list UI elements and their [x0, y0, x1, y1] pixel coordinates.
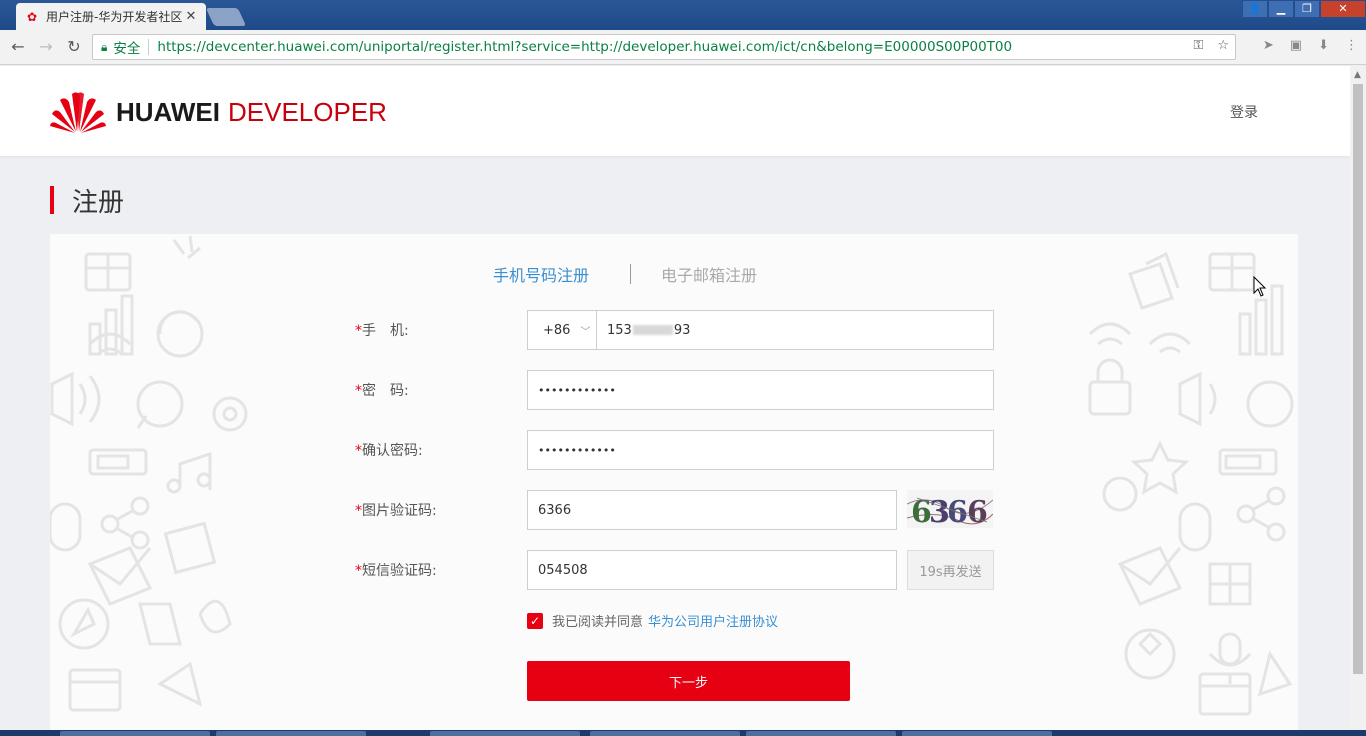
logo-developer-text: DEVELOPER: [228, 96, 387, 127]
phone-label: *手 机:: [355, 320, 409, 340]
chevron-down-icon: ﹀: [580, 326, 591, 338]
password-input[interactable]: ••••••••••••: [527, 370, 994, 410]
phone-prefix: 153: [607, 322, 632, 338]
extension-icons: ➤ ▣ ⬇ ⋮: [1263, 38, 1358, 53]
agreement-link[interactable]: 华为公司用户注册协议: [648, 611, 778, 630]
lock-icon: 🔒︎: [101, 39, 108, 54]
next-step-button[interactable]: 下一步: [527, 661, 850, 701]
confirm-password-label: *确认密码:: [355, 440, 423, 460]
os-taskbar: [0, 730, 1366, 736]
country-code-select[interactable]: +86 ﹀: [527, 310, 597, 350]
confirm-password-value: ••••••••••••: [538, 443, 616, 457]
taskbar-item[interactable]: [746, 731, 896, 736]
mouse-cursor-icon: [1253, 276, 1267, 297]
image-captcha-value: 6366: [538, 502, 572, 518]
download-extension-icon[interactable]: ⬇: [1318, 38, 1329, 53]
sms-code-input[interactable]: 054508: [527, 550, 897, 590]
huawei-developer-logo[interactable]: HUAWEI DEVELOPER: [50, 90, 387, 134]
secure-label: 安全: [113, 41, 141, 57]
window-controls: 👤 ▁ ❐ ✕: [1242, 0, 1366, 18]
restore-button[interactable]: ❐: [1294, 0, 1320, 18]
site-header: HUAWEI DEVELOPER 登录: [0, 66, 1350, 156]
url-text: https://devcenter.huawei.com/uniportal/r…: [157, 39, 1012, 55]
password-value: ••••••••••••: [538, 383, 616, 397]
taskbar-item[interactable]: [902, 731, 1052, 736]
huawei-favicon-icon: ✿: [26, 9, 38, 24]
taskbar-item[interactable]: [60, 731, 210, 736]
register-tabs: 手机号码注册 电子邮箱注册: [50, 262, 1298, 286]
tab-phone-register[interactable]: 手机号码注册: [493, 262, 589, 286]
required-mark: *: [355, 563, 362, 579]
url-path: /uniportal/register.html?service=http://…: [358, 39, 1013, 55]
sms-code-label-text: 短信验证码:: [362, 563, 437, 579]
tab-divider: [630, 264, 631, 284]
search-extension-icon[interactable]: ▣: [1290, 38, 1302, 53]
scroll-up-arrow-icon[interactable]: ▲: [1354, 70, 1361, 80]
resend-sms-button[interactable]: 19s再发送: [907, 550, 994, 590]
required-mark: *: [355, 443, 362, 459]
required-mark: *: [355, 383, 362, 399]
browser-toolbar: ← → ↻ 🔒︎ 安全 https://devcenter.huawei.com…: [0, 30, 1366, 65]
phone-redacted-mask: [632, 325, 673, 335]
taskbar-item[interactable]: [430, 731, 580, 736]
image-captcha-input[interactable]: 6366: [527, 490, 897, 530]
background-doodle-pattern: [50, 235, 1294, 716]
scrollbar-thumb[interactable]: [1353, 84, 1363, 674]
agreement-row: ✓ 我已阅读并同意 华为公司用户注册协议: [527, 611, 778, 630]
bookmark-star-icon[interactable]: ☆: [1217, 38, 1229, 53]
new-tab-button[interactable]: [205, 8, 247, 26]
captcha-image[interactable]: 6 3 6 6: [907, 490, 993, 528]
logo-huawei-text: HUAWEI: [116, 96, 220, 127]
reload-icon[interactable]: ↻: [64, 37, 84, 57]
image-captcha-label: *图片验证码:: [355, 500, 437, 520]
browser-tab[interactable]: ✿ 用户注册-华为开发者社区 ✕: [16, 3, 206, 30]
confirm-password-label-text: 确认密码:: [362, 443, 423, 459]
close-window-button[interactable]: ✕: [1320, 0, 1366, 18]
taskbar-item[interactable]: [590, 731, 740, 736]
tab-close-icon[interactable]: ✕: [184, 9, 198, 24]
confirm-password-input[interactable]: ••••••••••••: [527, 430, 994, 470]
svg-text:6: 6: [967, 495, 988, 528]
cursor-extension-icon[interactable]: ➤: [1263, 38, 1274, 53]
omnibox-separator: [148, 39, 150, 55]
password-label-text: 密 码:: [362, 383, 409, 399]
user-icon[interactable]: 👤: [1242, 0, 1268, 18]
required-mark: *: [355, 503, 362, 519]
url-host: https://devcenter.huawei.com: [157, 39, 359, 55]
phone-suffix: 93: [673, 322, 691, 338]
image-captcha-label-text: 图片验证码:: [362, 503, 437, 519]
key-icon[interactable]: ⚿: [1193, 38, 1203, 53]
tab-email-register[interactable]: 电子邮箱注册: [661, 262, 757, 286]
tab-title: 用户注册-华为开发者社区: [46, 10, 183, 24]
agree-checkbox[interactable]: ✓: [527, 612, 543, 629]
agree-text: 我已阅读并同意: [552, 615, 644, 630]
forward-arrow-icon[interactable]: →: [36, 37, 56, 57]
required-mark: *: [355, 323, 362, 339]
login-link[interactable]: 登录: [1230, 102, 1258, 122]
omnibox-icons: ⚿ ☆: [1193, 38, 1229, 53]
page-scrollbar[interactable]: ▲: [1350, 66, 1366, 730]
huawei-flower-icon: [50, 92, 106, 133]
taskbar-item[interactable]: [216, 731, 366, 736]
address-bar[interactable]: 🔒︎ 安全 https://devcenter.huawei.com/unipo…: [92, 34, 1236, 60]
sms-code-label: *短信验证码:: [355, 560, 437, 580]
registration-card: 手机号码注册 电子邮箱注册 *手 机: +86 ﹀ 153 93 *密 码: •…: [50, 234, 1298, 730]
phone-input[interactable]: 153 93: [596, 310, 994, 350]
minimize-button[interactable]: ▁: [1268, 0, 1294, 18]
phone-label-text: 手 机:: [362, 323, 409, 339]
browser-titlebar: ✿ 用户注册-华为开发者社区 ✕ 👤 ▁ ❐ ✕: [0, 0, 1366, 30]
page-title: 注册: [72, 188, 125, 218]
password-label: *密 码:: [355, 380, 409, 400]
sms-code-value: 054508: [538, 562, 588, 578]
back-arrow-icon[interactable]: ←: [8, 37, 28, 57]
section-title-accent: [50, 186, 54, 214]
country-code-value: +86: [543, 322, 571, 338]
menu-icon[interactable]: ⋮: [1345, 38, 1358, 53]
